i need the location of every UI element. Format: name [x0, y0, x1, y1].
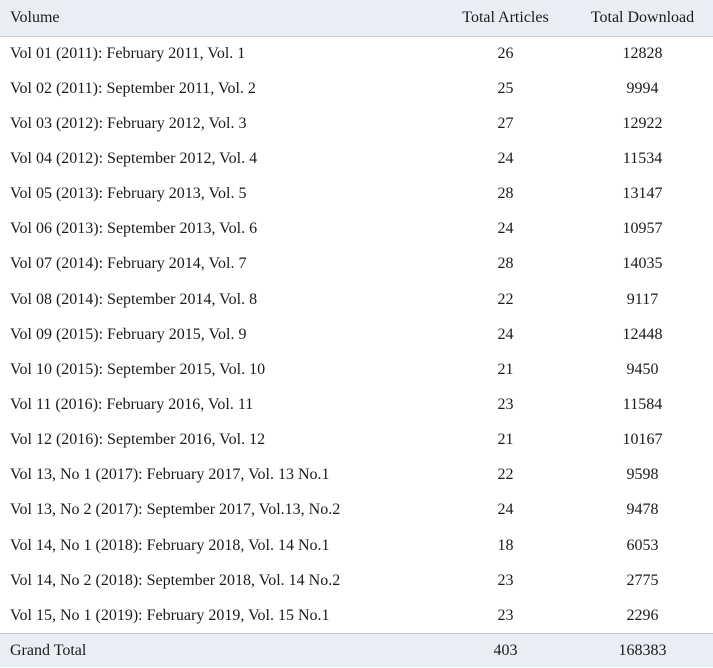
table-row: Vol 02 (2011): September 2011, Vol. 2 25…: [0, 71, 713, 107]
cell-volume: Vol 14, No 1 (2018): February 2018, Vol.…: [10, 536, 330, 554]
cell-downloads: 12922: [622, 114, 663, 132]
cell-downloads: 9117: [626, 290, 659, 308]
cell-downloads: 11584: [622, 395, 663, 413]
grand-total-downloads: 168383: [618, 641, 667, 659]
table-row: Vol 03 (2012): February 2012, Vol. 3 27 …: [0, 106, 713, 142]
table-row: Vol 07 (2014): February 2014, Vol. 7 28 …: [0, 246, 713, 282]
cell-articles: 21: [497, 360, 514, 378]
cell-volume: Vol 05 (2013): February 2013, Vol. 5: [10, 185, 247, 203]
cell-volume: Vol 15, No 1 (2019): February 2019, Vol.…: [10, 606, 330, 624]
cell-downloads: 6053: [626, 536, 659, 554]
table-row: Vol 04 (2012): September 2012, Vol. 4 24…: [0, 141, 713, 177]
table-row: Vol 15, No 1 (2019): February 2019, Vol.…: [0, 598, 713, 634]
table-row: Vol 14, No 2 (2018): September 2018, Vol…: [0, 563, 713, 599]
cell-articles: 23: [497, 571, 514, 589]
cell-downloads: 2296: [626, 606, 659, 624]
cell-volume: Vol 04 (2012): September 2012, Vol. 4: [10, 149, 258, 167]
cell-articles: 28: [497, 185, 514, 203]
table-row: Vol 08 (2014): September 2014, Vol. 8 22…: [0, 281, 713, 318]
column-header-volume: Volume: [10, 8, 60, 26]
cell-articles: 24: [497, 149, 514, 167]
cell-downloads: 12448: [622, 325, 663, 343]
cell-volume: Vol 13, No 1 (2017): February 2017, Vol.…: [10, 466, 330, 484]
cell-articles: 26: [497, 44, 514, 62]
cell-articles: 24: [497, 325, 514, 343]
cell-volume: Vol 13, No 2 (2017): September 2017, Vol…: [10, 501, 341, 519]
cell-volume: Vol 14, No 2 (2018): September 2018, Vol…: [10, 571, 341, 589]
grand-total-label: Grand Total: [10, 641, 87, 659]
table-header: Volume Total Articles Total Download: [0, 0, 713, 36]
cell-downloads: 9994: [626, 79, 659, 97]
table-row: Vol 14, No 1 (2018): February 2018, Vol.…: [0, 527, 713, 564]
cell-downloads: 10957: [622, 220, 663, 238]
cell-downloads: 12828: [622, 44, 663, 62]
column-header-total-articles: Total Articles: [462, 8, 549, 26]
cell-articles: 27: [497, 114, 514, 132]
cell-articles: 28: [497, 255, 514, 273]
cell-volume: Vol 10 (2015): September 2015, Vol. 10: [10, 360, 266, 378]
cell-articles: 23: [497, 606, 514, 624]
cell-articles: 22: [497, 466, 514, 484]
cell-downloads: 2775: [626, 571, 659, 589]
cell-volume: Vol 12 (2016): September 2016, Vol. 12: [10, 431, 266, 449]
cell-downloads: 9478: [626, 501, 659, 519]
cell-downloads: 9450: [626, 360, 659, 378]
table-row: Vol 01 (2011): February 2011, Vol. 1 26 …: [0, 36, 713, 72]
header-row: Volume Total Articles Total Download: [0, 0, 713, 36]
cell-volume: Vol 02 (2011): September 2011, Vol. 2: [10, 79, 256, 97]
cell-volume: Vol 09 (2015): February 2015, Vol. 9: [10, 325, 247, 343]
table-footer: Grand Total 403 168383: [0, 633, 713, 668]
cell-articles: 24: [497, 220, 514, 238]
table-row: Vol 06 (2013): September 2013, Vol. 6 24…: [0, 211, 713, 247]
cell-volume: Vol 08 (2014): September 2014, Vol. 8: [10, 290, 258, 308]
cell-volume: Vol 07 (2014): February 2014, Vol. 7: [10, 255, 247, 273]
table-row: Vol 13, No 1 (2017): February 2017, Vol.…: [0, 457, 713, 493]
cell-downloads: 9598: [626, 466, 659, 484]
table-row: Vol 09 (2015): February 2015, Vol. 9 24 …: [0, 317, 713, 353]
cell-articles: 21: [497, 431, 514, 449]
table-row: Vol 13, No 2 (2017): September 2017, Vol…: [0, 492, 713, 528]
table-row: Vol 11 (2016): February 2016, Vol. 11 23…: [0, 387, 713, 423]
cell-downloads: 11534: [622, 149, 663, 167]
cell-downloads: 13147: [622, 185, 663, 203]
cell-downloads: 10167: [622, 431, 663, 449]
cell-volume: Vol 03 (2012): February 2012, Vol. 3: [10, 114, 247, 132]
cell-volume: Vol 06 (2013): September 2013, Vol. 6: [10, 220, 258, 238]
volume-statistics-table: Volume Total Articles Total Download Vol…: [0, 0, 713, 668]
cell-articles: 18: [497, 536, 514, 554]
grand-total-row: Grand Total 403 168383: [0, 633, 713, 668]
cell-articles: 22: [497, 290, 514, 308]
table-row: Vol 10 (2015): September 2015, Vol. 10 2…: [0, 352, 713, 388]
table-row: Vol 05 (2013): February 2013, Vol. 5 28 …: [0, 176, 713, 212]
cell-downloads: 14035: [622, 255, 663, 273]
table-body: Vol 01 (2011): February 2011, Vol. 1 26 …: [0, 36, 713, 634]
grand-total-articles: 403: [493, 641, 518, 659]
cell-volume: Vol 01 (2011): February 2011, Vol. 1: [10, 44, 246, 62]
cell-articles: 24: [497, 501, 514, 519]
column-header-total-download: Total Download: [590, 8, 695, 26]
table-row: Vol 12 (2016): September 2016, Vol. 12 2…: [0, 422, 713, 458]
cell-articles: 25: [497, 79, 514, 97]
cell-articles: 23: [497, 395, 514, 413]
cell-volume: Vol 11 (2016): February 2016, Vol. 11: [10, 395, 254, 413]
